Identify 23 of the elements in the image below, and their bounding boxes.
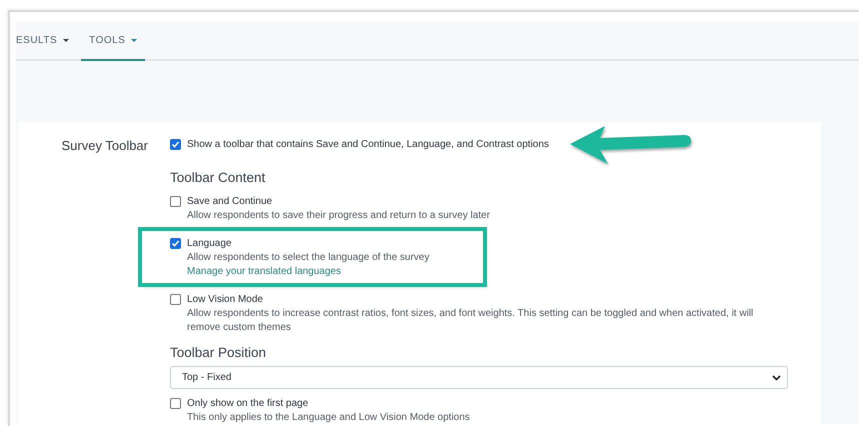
chevron-down-icon <box>772 374 781 380</box>
option-description: This only applies to the Language and Low Vision Mode options <box>187 411 470 424</box>
position-dropdown[interactable]: Top - Fixed <box>170 366 788 389</box>
caret-icon <box>131 39 138 42</box>
setting-label: Survey Toolbar <box>60 138 149 155</box>
option-label: Save and Continue <box>187 195 274 209</box>
option-description: Allow respondents to select the language of the survey <box>187 251 430 265</box>
caret-icon <box>63 39 70 42</box>
checkbox[interactable] <box>170 196 181 207</box>
option-description: Allow respondents to save their progress and return to a survey later <box>187 209 490 223</box>
option-description: Allow respondents to increase contrast ratios, font sizes, and font weights. This setting can be toggled and when activated, it will remove custom themes <box>187 307 754 335</box>
option-label: Low Vision Mode <box>187 293 264 307</box>
section-heading: Toolbar Content <box>170 170 266 185</box>
option-label: Only show on the first page <box>187 397 310 411</box>
manage-link[interactable]: Manage your translated languages <box>187 265 430 279</box>
checkbox[interactable] <box>170 139 181 150</box>
section-heading: Toolbar Position <box>170 345 268 360</box>
checkbox[interactable] <box>170 294 181 305</box>
option-label: Language <box>187 237 232 251</box>
checkbox[interactable] <box>170 238 181 249</box>
checkbox[interactable] <box>170 398 181 409</box>
nav-tab[interactable]: ESULTS <box>16 22 78 61</box>
checkbox-label: Show a toolbar that contains Save and Continue, Language, and Contrast options <box>187 138 549 151</box>
